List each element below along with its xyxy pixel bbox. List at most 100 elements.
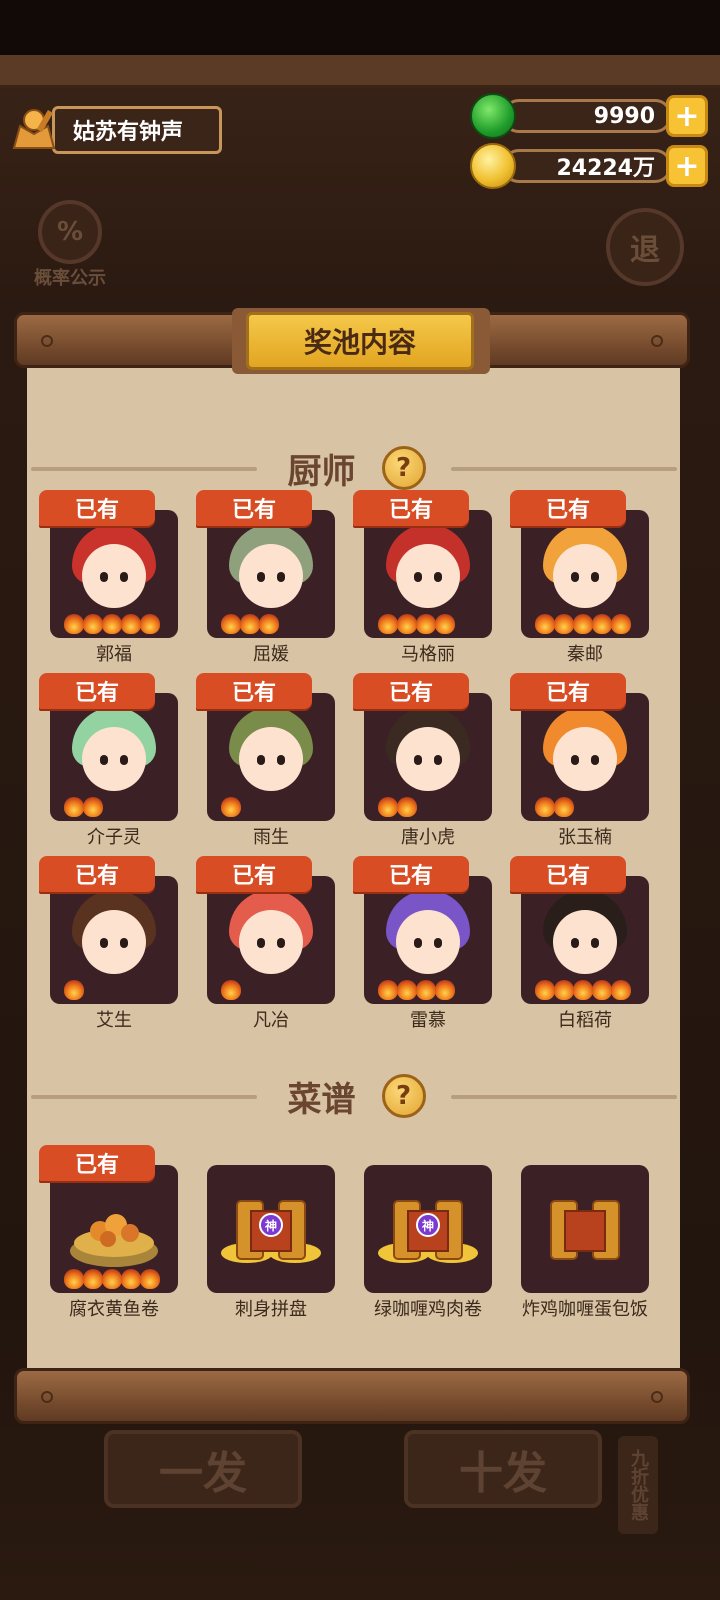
recipe-card[interactable]: 神刺身拼盘 bbox=[196, 1145, 335, 1320]
divine-badge: 神 bbox=[421, 1218, 434, 1233]
probability-button[interactable]: % 概率公示 bbox=[22, 200, 118, 290]
chef-portrait bbox=[364, 510, 492, 638]
chef-eye bbox=[591, 938, 599, 948]
recipe-name: 刺身拼盘 bbox=[235, 1299, 307, 1320]
prize-pool-panel: 厨师 ? 已有 郭福 已有 屈媛 已有 马格丽 已有 秦邮 已有 介子灵 已有 雨生 已有 唐小虎 已有 张玉… bbox=[27, 368, 680, 1368]
chef-eye bbox=[571, 755, 579, 765]
chef-eye bbox=[257, 755, 265, 765]
chef-face bbox=[82, 544, 146, 608]
flame-star-icon bbox=[378, 980, 398, 1000]
scroll-bottom-rod bbox=[14, 1368, 690, 1424]
flame-star-icon bbox=[435, 980, 455, 1000]
exit-button[interactable]: 退 bbox=[606, 208, 684, 286]
flame-star-icon bbox=[416, 980, 436, 1000]
flame-star-icon bbox=[535, 614, 555, 634]
chef-eye bbox=[434, 572, 442, 582]
recipe-name: 炸鸡咖喱蛋包饭 bbox=[522, 1299, 648, 1320]
flame-star-icon bbox=[64, 797, 84, 817]
star-rating bbox=[535, 797, 574, 817]
chef-card[interactable]: 已有 介子灵 bbox=[39, 673, 178, 848]
recipe-card[interactable]: 已有 腐衣黄鱼卷 bbox=[39, 1145, 178, 1320]
flame-star-icon bbox=[64, 614, 84, 634]
chef-eye bbox=[414, 572, 422, 582]
star-rating bbox=[221, 614, 279, 634]
flame-star-icon bbox=[611, 614, 631, 634]
chef-card[interactable]: 已有 马格丽 bbox=[353, 490, 492, 665]
chef-card[interactable]: 已有 张玉楠 bbox=[510, 673, 649, 848]
nail bbox=[41, 1391, 53, 1403]
recipe-card[interactable]: 炸鸡咖喱蛋包饭 bbox=[510, 1145, 649, 1320]
chef-portrait bbox=[364, 876, 492, 1004]
chef-card[interactable]: 已有白稻荷 bbox=[510, 856, 649, 1031]
flame-star-icon bbox=[397, 980, 417, 1000]
chef-eye bbox=[120, 572, 128, 582]
flame-star-icon bbox=[554, 614, 574, 634]
flame-star-icon bbox=[397, 614, 417, 634]
star-rating bbox=[535, 614, 631, 634]
chef-name: 郭福 bbox=[96, 644, 132, 665]
recipe-name: 绿咖喱鸡肉卷 bbox=[374, 1299, 482, 1320]
owned-tag: 已有 bbox=[510, 490, 626, 526]
chef-name: 白稻荷 bbox=[558, 1010, 612, 1031]
chef-eye bbox=[571, 572, 579, 582]
chef-portrait bbox=[50, 693, 178, 821]
chef-eye bbox=[100, 572, 108, 582]
chef-eye bbox=[100, 755, 108, 765]
jade-icon bbox=[470, 93, 516, 139]
flame-star-icon bbox=[573, 614, 593, 634]
chef-card[interactable]: 已有 雷慕 bbox=[353, 856, 492, 1031]
chef-portrait bbox=[50, 876, 178, 1004]
flame-star-icon bbox=[83, 614, 103, 634]
flame-star-icon bbox=[397, 797, 417, 817]
player-name: 姑苏有钟声 bbox=[52, 106, 222, 154]
add-jade-button[interactable]: + bbox=[666, 95, 708, 137]
recipe-card[interactable]: 神绿咖喱鸡肉卷 bbox=[353, 1145, 492, 1320]
single-draw-button[interactable]: 一发 bbox=[104, 1430, 302, 1508]
chef-eye bbox=[571, 938, 579, 948]
chef-card[interactable]: 已有 秦邮 bbox=[510, 490, 649, 665]
owned-tag: 已有 bbox=[196, 490, 312, 526]
flame-star-icon bbox=[535, 980, 555, 1000]
star-rating bbox=[64, 1269, 160, 1289]
owned-tag: 已有 bbox=[353, 673, 469, 709]
chefs-help-icon[interactable]: ? bbox=[381, 446, 426, 490]
star-rating bbox=[221, 797, 241, 817]
chefs-section-title: 厨师 bbox=[287, 451, 356, 492]
flame-star-icon bbox=[573, 980, 593, 1000]
chef-card[interactable]: 已有 唐小虎 bbox=[353, 673, 492, 848]
chef-name: 雷慕 bbox=[410, 1010, 446, 1031]
flame-star-icon bbox=[554, 980, 574, 1000]
recipe-name: 腐衣黄鱼卷 bbox=[69, 1299, 159, 1320]
chef-portrait bbox=[207, 876, 335, 1004]
chef-face bbox=[553, 910, 617, 974]
chef-portrait bbox=[50, 510, 178, 638]
chef-eye bbox=[277, 938, 285, 948]
recipe-image bbox=[50, 1165, 178, 1293]
owned-tag: 已有 bbox=[39, 673, 155, 709]
chef-card[interactable]: 已有 雨生 bbox=[196, 673, 335, 848]
owned-tag: 已有 bbox=[510, 856, 626, 892]
divider bbox=[31, 467, 257, 471]
flame-star-icon bbox=[221, 797, 241, 817]
flame-star-icon bbox=[592, 614, 612, 634]
chef-portrait bbox=[521, 510, 649, 638]
chef-name: 雨生 bbox=[253, 827, 289, 848]
recipes-section-title: 菜谱 bbox=[287, 1079, 356, 1120]
chef-name: 凡冶 bbox=[253, 1010, 289, 1031]
chef-card[interactable]: 已有 凡冶 bbox=[196, 856, 335, 1031]
chef-portrait bbox=[364, 693, 492, 821]
player-rank-icon bbox=[8, 104, 60, 156]
chef-eye bbox=[414, 938, 422, 948]
chef-face bbox=[396, 544, 460, 608]
chef-eye bbox=[277, 572, 285, 582]
chef-card[interactable]: 已有 艾生 bbox=[39, 856, 178, 1031]
nail bbox=[651, 335, 663, 347]
ten-draw-button[interactable]: 十发 bbox=[404, 1430, 602, 1508]
flame-star-icon bbox=[592, 980, 612, 1000]
chef-card[interactable]: 已有 屈媛 bbox=[196, 490, 335, 665]
chef-card[interactable]: 已有 郭福 bbox=[39, 490, 178, 665]
recipes-help-icon[interactable]: ? bbox=[381, 1074, 426, 1118]
flame-star-icon bbox=[221, 614, 241, 634]
add-coins-button[interactable]: + bbox=[666, 145, 708, 187]
player-info[interactable]: 姑苏有钟声 bbox=[8, 104, 222, 156]
